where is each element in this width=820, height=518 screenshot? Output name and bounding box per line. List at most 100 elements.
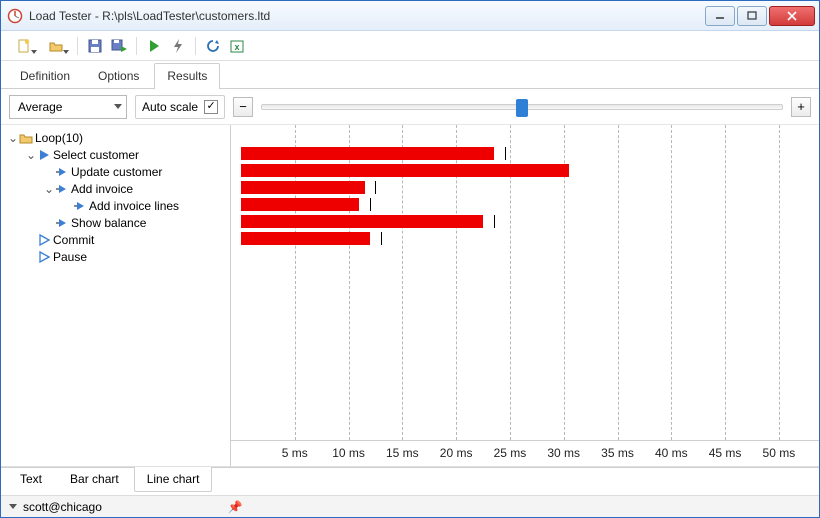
tree-label: Show balance bbox=[71, 216, 146, 230]
export-excel-button[interactable]: x bbox=[226, 35, 248, 57]
play-arrow-icon bbox=[55, 166, 69, 178]
chart-whisker bbox=[381, 232, 382, 245]
status-user: scott@chicago bbox=[23, 500, 102, 514]
chart-bar bbox=[241, 181, 365, 194]
play-outline-icon bbox=[37, 251, 51, 263]
tree-label: Add invoice bbox=[71, 182, 133, 196]
tab-bar-chart[interactable]: Bar chart bbox=[57, 467, 132, 492]
statusbar: scott@chicago 📌 bbox=[1, 495, 819, 517]
gridline bbox=[779, 125, 780, 440]
run-button[interactable] bbox=[143, 35, 165, 57]
tree-expander[interactable]: ⌄ bbox=[43, 182, 55, 196]
chart-bar bbox=[241, 215, 483, 228]
tab-options[interactable]: Options bbox=[85, 63, 152, 89]
main-area: ⌄ Loop(10) ⌄ Select customer Update customer… bbox=[1, 125, 819, 467]
zoom-out-button[interactable]: − bbox=[233, 97, 253, 117]
axis-tick-label: 30 ms bbox=[547, 446, 580, 460]
titlebar: Load Tester - R:\pls\LoadTester\customer… bbox=[1, 1, 819, 31]
play-arrow-icon bbox=[73, 200, 87, 212]
pin-icon[interactable]: 📌 bbox=[228, 500, 243, 514]
toolbar-separator bbox=[77, 37, 78, 55]
close-button[interactable] bbox=[769, 6, 815, 26]
chart-whisker bbox=[370, 198, 371, 211]
maximize-button[interactable] bbox=[737, 6, 767, 26]
play-outline-icon bbox=[37, 234, 51, 246]
tree-row[interactable]: ⌄ Select customer bbox=[1, 146, 230, 163]
toolbar: x bbox=[1, 31, 819, 61]
gridline bbox=[725, 125, 726, 440]
toolbar-separator bbox=[195, 37, 196, 55]
app-window: Load Tester - R:\pls\LoadTester\customer… bbox=[0, 0, 820, 518]
zoom-group: − + bbox=[233, 97, 811, 117]
tree-row[interactable]: Pause bbox=[1, 248, 230, 265]
svg-text:x: x bbox=[234, 42, 239, 52]
new-button[interactable] bbox=[9, 35, 39, 57]
tab-text[interactable]: Text bbox=[7, 467, 55, 492]
save-run-button[interactable] bbox=[108, 35, 130, 57]
tabs-bottom: Text Bar chart Line chart bbox=[1, 467, 819, 495]
tree-label: Add invoice lines bbox=[89, 199, 179, 213]
axis-tick-label: 20 ms bbox=[440, 446, 473, 460]
tabs-top: Definition Options Results bbox=[1, 61, 819, 89]
play-blue-icon bbox=[37, 149, 51, 161]
test-tree[interactable]: ⌄ Loop(10) ⌄ Select customer Update customer… bbox=[1, 125, 231, 466]
metric-select-value: Average bbox=[18, 100, 62, 114]
axis-tick-label: 45 ms bbox=[709, 446, 742, 460]
zoom-in-button[interactable]: + bbox=[791, 97, 811, 117]
status-chevron-icon[interactable] bbox=[9, 504, 17, 509]
controls-row: Average Auto scale ✓ − + bbox=[1, 89, 819, 125]
zoom-slider-thumb[interactable] bbox=[516, 99, 528, 117]
chevron-down-icon bbox=[114, 104, 122, 109]
gridline bbox=[618, 125, 619, 440]
play-arrow-icon bbox=[55, 217, 69, 229]
tree-label: Select customer bbox=[53, 148, 139, 162]
tree-row[interactable]: ⌄ Loop(10) bbox=[1, 129, 230, 146]
autoscale-checkbox[interactable]: ✓ bbox=[204, 100, 218, 114]
tree-label: Update customer bbox=[71, 165, 162, 179]
gridline bbox=[671, 125, 672, 440]
refresh-button[interactable] bbox=[202, 35, 224, 57]
open-button[interactable] bbox=[41, 35, 71, 57]
axis-tick-label: 40 ms bbox=[655, 446, 688, 460]
chart-whisker bbox=[494, 215, 495, 228]
chart-bar bbox=[241, 147, 494, 160]
window-title: Load Tester - R:\pls\LoadTester\customer… bbox=[29, 9, 703, 23]
chart-axis: 5 ms 10 ms 15 ms 20 ms 25 ms 30 ms 35 ms 40 ms 4… bbox=[231, 440, 819, 466]
folder-icon bbox=[19, 132, 33, 144]
axis-tick-label: 5 ms bbox=[282, 446, 308, 460]
axis-tick-label: 15 ms bbox=[386, 446, 419, 460]
chart-whisker bbox=[505, 147, 506, 160]
toolbar-separator bbox=[136, 37, 137, 55]
results-chart: 5 ms 10 ms 15 ms 20 ms 25 ms 30 ms 35 ms 40 ms 4… bbox=[231, 125, 819, 466]
tree-expander[interactable]: ⌄ bbox=[25, 148, 37, 162]
tree-row[interactable]: Add invoice lines bbox=[1, 197, 230, 214]
autoscale-label: Auto scale bbox=[142, 100, 198, 114]
chart-bar bbox=[241, 198, 359, 211]
axis-tick-label: 25 ms bbox=[494, 446, 527, 460]
chart-whisker bbox=[375, 181, 376, 194]
tree-row[interactable]: ⌄ Add invoice bbox=[1, 180, 230, 197]
chart-bar bbox=[241, 232, 370, 245]
tree-expander[interactable]: ⌄ bbox=[7, 131, 19, 145]
tree-label: Loop(10) bbox=[35, 131, 83, 145]
axis-tick-label: 10 ms bbox=[332, 446, 365, 460]
tab-line-chart[interactable]: Line chart bbox=[134, 467, 213, 492]
tree-row[interactable]: Commit bbox=[1, 231, 230, 248]
axis-tick-label: 50 ms bbox=[763, 446, 796, 460]
tree-row[interactable]: Update customer bbox=[1, 163, 230, 180]
tab-results[interactable]: Results bbox=[154, 63, 220, 89]
autoscale-toggle[interactable]: Auto scale ✓ bbox=[135, 95, 225, 119]
tree-label: Pause bbox=[53, 250, 87, 264]
minimize-button[interactable] bbox=[705, 6, 735, 26]
flash-button[interactable] bbox=[167, 35, 189, 57]
zoom-slider[interactable] bbox=[261, 104, 783, 110]
tree-label: Commit bbox=[53, 233, 94, 247]
save-button[interactable] bbox=[84, 35, 106, 57]
app-icon bbox=[7, 8, 23, 24]
tab-definition[interactable]: Definition bbox=[7, 63, 83, 89]
chart-bar bbox=[241, 164, 569, 177]
play-arrow-icon bbox=[55, 183, 69, 195]
metric-select[interactable]: Average bbox=[9, 95, 127, 119]
axis-tick-label: 35 ms bbox=[601, 446, 634, 460]
tree-row[interactable]: Show balance bbox=[1, 214, 230, 231]
